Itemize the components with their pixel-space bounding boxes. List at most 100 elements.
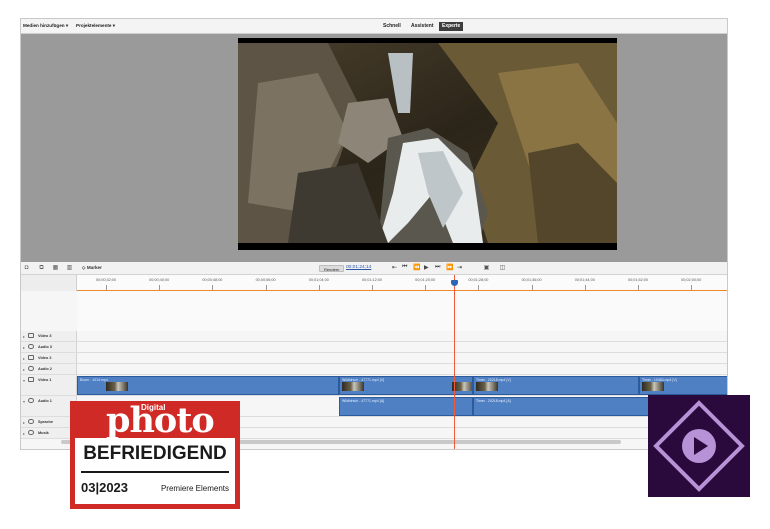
track-video3: ▸ Video 3	[21, 331, 727, 342]
track-header: ▸ Audio 2	[21, 364, 77, 374]
next-frame-icon[interactable]: ⏭	[435, 264, 440, 271]
ruler-tick-mark	[372, 285, 373, 290]
expand-icon[interactable]: ▸	[23, 345, 25, 350]
expand-icon[interactable]: ▸	[23, 356, 25, 361]
track-header: ▸ Audio 3	[21, 342, 77, 352]
output-icon[interactable]: ◫	[499, 265, 506, 272]
timeline-ruler[interactable]: 00;00;32;00 00;00;40;00 00;00;48;00 00;00;5…	[21, 275, 727, 291]
ruler-tick-label: 00;01;44;00	[574, 278, 595, 282]
clip-label: Wildhirsch - 47771.mp4 [A]	[342, 399, 385, 403]
ruler-tick-label: 00;01;28;00	[468, 278, 489, 282]
timeline-clip[interactable]: Timer - 20218.mp4 [V]	[473, 376, 639, 395]
ruler-tick-label: 00;00;32;00	[95, 278, 117, 282]
marker-button[interactable]: ◇ Marker	[82, 265, 102, 271]
timeline-clip[interactable]: Wildhirsch - 47771.mp4 [V]	[339, 376, 473, 395]
track-video2: ▸ Video 2	[21, 353, 727, 364]
ruler-tick-label: 00;02;00;00	[681, 278, 702, 282]
video-track-icon	[28, 377, 34, 382]
app-logo-icon	[653, 400, 745, 492]
mode-guided-tab[interactable]: Assistent	[408, 22, 437, 31]
ruler-tick-mark	[584, 285, 586, 290]
music-note-icon	[28, 430, 34, 435]
film-icon[interactable]: ▦	[52, 265, 59, 272]
render-button[interactable]: Rendern	[319, 265, 345, 272]
clip-label: Boom - 1014.mp4	[80, 378, 108, 382]
audio-track-icon	[28, 366, 34, 371]
track-label: Video 3	[38, 334, 52, 338]
ruler-tick-mark	[318, 285, 320, 290]
timeline-clip[interactable]: Timer - 10484.mp4 [V]	[639, 376, 727, 395]
clip-thumbnail	[642, 382, 664, 391]
forward-icon[interactable]: ⏩	[446, 264, 453, 271]
audio-track-icon	[28, 344, 34, 349]
track-video1: ▾ Video 1 Boom - 1014.mp4 Wildhirsch - 4…	[21, 375, 727, 396]
track-header: ▾ Video 1	[21, 375, 77, 395]
step-forward-icon[interactable]: ⇥	[457, 264, 462, 271]
microphone-icon	[28, 419, 34, 424]
timecode-display[interactable]: 00;01;24;14	[346, 265, 371, 270]
ruler-side-panel	[21, 275, 77, 291]
expand-icon[interactable]: ▸	[23, 367, 25, 372]
project-assets-menu[interactable]: Projektelemente ▾	[76, 23, 115, 29]
ruler-tick-label: 00;01;20;00	[415, 278, 436, 282]
timeline-clip[interactable]: Wildhirsch - 47771.mp4 [A]	[339, 397, 473, 416]
track-header: ▸ Video 3	[21, 331, 77, 341]
premiere-elements-logo	[648, 395, 750, 497]
expand-icon[interactable]: ▸	[23, 431, 25, 436]
expand-icon[interactable]: ▸	[23, 420, 25, 425]
expand-icon[interactable]: ▸	[23, 334, 25, 339]
clip-label: Timer - 20218.mp4 [A]	[476, 399, 511, 403]
track-header: ▸ Musik	[21, 428, 77, 438]
trash-icon[interactable]: ▥	[66, 265, 73, 272]
mode-expert-tab[interactable]: Experte	[439, 22, 464, 31]
ruler-tick-label: 00;01;12;00	[361, 278, 383, 282]
timeline-clip[interactable]: Boom - 1014.mp4	[77, 376, 339, 395]
video-track-icon	[28, 333, 34, 338]
prev-frame-icon[interactable]: ⏮	[402, 264, 407, 271]
expand-icon[interactable]: ▾	[23, 378, 25, 383]
menu-bar: Medien hinzufügen ▾ Projektelemente ▾ Sc…	[21, 19, 727, 34]
ruler-tick-mark	[478, 285, 480, 290]
ruler-tick-mark	[212, 285, 214, 290]
ruler-tick-label: 00;00;48;00	[202, 278, 223, 282]
clip-thumbnail	[106, 382, 128, 391]
badge-product: Premiere Elements	[160, 484, 229, 493]
camera-icon[interactable]: ◘	[23, 265, 30, 272]
timeline-empty-area	[77, 291, 727, 331]
add-media-menu[interactable]: Medien hinzufügen ▾	[23, 23, 68, 29]
ruler-tick-label: 00;00;56;00	[255, 278, 276, 282]
badge-rating: BEFRIEDIGEND	[83, 443, 227, 464]
audio-track-icon	[28, 398, 34, 403]
playhead[interactable]	[451, 275, 458, 449]
expand-icon[interactable]: ▾	[23, 399, 25, 404]
rewind-icon[interactable]: ⏪	[413, 264, 420, 271]
clip-thumbnail	[452, 382, 472, 391]
magazine-rating-badge: Digital photo BEFRIEDIGEND 03|2023 Premi…	[70, 401, 240, 509]
track-label: Audio 2	[38, 367, 52, 371]
track-audio2: ▸ Audio 2	[21, 364, 727, 375]
step-back-icon[interactable]: ⇤	[392, 264, 397, 271]
mode-quick-tab[interactable]: Schnell	[380, 22, 404, 31]
badge-panel: BEFRIEDIGEND 03|2023 Premiere Elements	[75, 438, 235, 504]
play-icon[interactable]: ▶	[424, 264, 429, 271]
ruler-tick-mark	[159, 285, 161, 290]
timeline-toolbar: ◘ ⧉ ▦ ▥ ◇ Marker Rendern 00;01;24;14 ⇤ ⏮…	[21, 262, 727, 275]
badge-brand-logo: photo	[106, 400, 215, 441]
track-label: Video 2	[38, 356, 52, 360]
badge-divider	[81, 471, 229, 473]
ruler-tick-mark	[106, 285, 107, 290]
clip-thumbnail	[476, 382, 498, 391]
track-label: Audio 1	[38, 399, 52, 403]
video-preview	[238, 38, 617, 250]
track-audio3: ▸ Audio 3	[21, 342, 727, 353]
track-header: ▾ Audio 1	[21, 396, 77, 416]
preview-monitor	[21, 34, 727, 262]
ruler-tick-mark	[425, 285, 427, 290]
track-header: ▸ Video 2	[21, 353, 77, 363]
track-label: Video 1	[38, 378, 52, 382]
badge-issue: 03|2023	[81, 480, 129, 495]
copy-icon[interactable]: ⧉	[38, 265, 45, 272]
ruler-tick-label: 00;01;36;00	[521, 278, 542, 282]
clip-thumbnail	[342, 382, 364, 391]
monitor-view-icon[interactable]: ▣	[483, 265, 490, 272]
